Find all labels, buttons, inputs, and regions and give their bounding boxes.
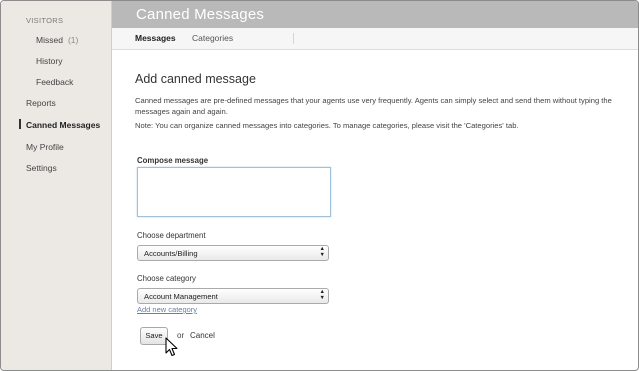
sidebar-item-feedback[interactable]: Feedback bbox=[36, 77, 73, 87]
description-text: Canned messages are pre-defined messages… bbox=[135, 96, 612, 116]
app-window: VISITORS Missed (1) History Feedback Repo… bbox=[0, 0, 639, 371]
active-indicator bbox=[19, 119, 21, 129]
sidebar-item-missed[interactable]: Missed (1) bbox=[36, 35, 78, 45]
page-title: Canned Messages bbox=[136, 6, 265, 23]
categories-note: Note: You can organize canned messages i… bbox=[135, 121, 519, 130]
sidebar-heading-visitors: VISITORS bbox=[26, 16, 64, 25]
department-select[interactable]: Accounts/Billing ▲ ▼ bbox=[137, 245, 329, 261]
sidebar: VISITORS Missed (1) History Feedback Repo… bbox=[1, 1, 112, 370]
tab-categories[interactable]: Categories bbox=[192, 33, 233, 43]
category-selected-value: Account Management bbox=[144, 292, 218, 301]
missed-count-badge: (1) bbox=[67, 35, 79, 45]
choose-category-label: Choose category bbox=[137, 274, 196, 283]
sidebar-item-history[interactable]: History bbox=[36, 56, 62, 66]
or-separator: or bbox=[177, 331, 185, 340]
choose-department-label: Choose department bbox=[137, 231, 206, 240]
compose-message-label: Compose message bbox=[137, 156, 209, 165]
sidebar-item-settings[interactable]: Settings bbox=[26, 163, 57, 173]
form-title: Add canned message bbox=[135, 72, 256, 86]
sidebar-item-canned-messages[interactable]: Canned Messages bbox=[26, 120, 100, 130]
cancel-link[interactable]: Cancel bbox=[190, 331, 215, 340]
category-select[interactable]: Account Management ▲ ▼ bbox=[137, 288, 329, 304]
page-header: Canned Messages bbox=[112, 1, 638, 28]
tab-bar: Messages Categories bbox=[112, 28, 638, 50]
add-new-category-link[interactable]: Add new category bbox=[137, 305, 197, 314]
sidebar-item-label: Missed bbox=[36, 35, 63, 45]
department-selected-value: Accounts/Billing bbox=[144, 249, 198, 258]
select-arrows-icon: ▲ ▼ bbox=[319, 289, 325, 301]
save-button[interactable]: Save bbox=[140, 327, 168, 345]
sidebar-item-my-profile[interactable]: My Profile bbox=[26, 142, 64, 152]
tab-messages[interactable]: Messages bbox=[135, 33, 176, 43]
sidebar-item-reports[interactable]: Reports bbox=[26, 98, 56, 108]
tab-divider bbox=[293, 33, 294, 44]
compose-message-field[interactable] bbox=[137, 167, 331, 217]
select-arrows-icon: ▲ ▼ bbox=[319, 246, 325, 258]
